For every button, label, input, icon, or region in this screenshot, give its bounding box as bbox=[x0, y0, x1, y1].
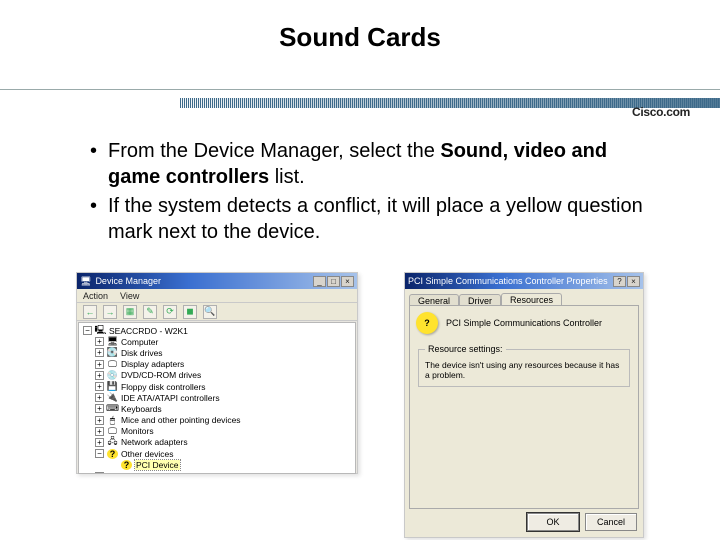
tree-item[interactable]: +🖱Mice and other pointing devices bbox=[83, 415, 353, 426]
tree-item-label: IDE ATA/ATAPI controllers bbox=[121, 393, 220, 403]
properties-dialog: PCI Simple Communications Controller Pro… bbox=[404, 272, 644, 538]
tree-item-icon: 🖧 bbox=[107, 437, 118, 447]
tree-item[interactable]: −?Other devices bbox=[83, 448, 353, 459]
window-title: PCI Simple Communications Controller Pro… bbox=[408, 276, 608, 286]
tree-item-label: Network adapters bbox=[121, 437, 188, 447]
tree-item[interactable]: +⊟Ports (COM & LPT) bbox=[83, 470, 353, 474]
tree-item-label: Other devices bbox=[121, 449, 173, 459]
titlebar[interactable]: PCI Simple Communications Controller Pro… bbox=[405, 273, 643, 289]
toolbar-stop-icon[interactable]: ◼ bbox=[183, 305, 197, 319]
tree-item-icon: ? bbox=[107, 449, 118, 459]
tree-item-icon: ⊟ bbox=[107, 471, 118, 474]
tab-bar: General Driver Resources bbox=[405, 289, 643, 305]
slide-title: Sound Cards bbox=[0, 0, 720, 53]
tree-item-icon: 💿 bbox=[107, 370, 118, 380]
brand-label: Cisco.com bbox=[632, 105, 690, 119]
tree-item-icon: 🖱 bbox=[107, 415, 118, 425]
bullet-text: list. bbox=[269, 166, 305, 188]
tree-item[interactable]: +🖧Network adapters bbox=[83, 437, 353, 448]
device-manager-window: 🖥 Device Manager _ □ × Action View ← → ▦… bbox=[76, 272, 358, 474]
tree-item-icon: 🔌 bbox=[107, 393, 118, 403]
minimize-button[interactable]: _ bbox=[313, 276, 326, 287]
toolbar-fwd-icon[interactable]: → bbox=[103, 305, 117, 319]
bullet-item: • From the Device Manager, select the So… bbox=[90, 138, 650, 190]
bullet-text: If the system detects a conflict, it wil… bbox=[108, 195, 643, 243]
toolbar-back-icon[interactable]: ← bbox=[83, 305, 97, 319]
help-button[interactable]: ? bbox=[613, 276, 626, 287]
tree-item[interactable]: +🖥Computer bbox=[83, 336, 353, 347]
tree-item[interactable]: +💾Floppy disk controllers bbox=[83, 381, 353, 392]
bullet-text: From the Device Manager, select the bbox=[108, 140, 440, 162]
close-button[interactable]: × bbox=[627, 276, 640, 287]
tree-item-label: Floppy disk controllers bbox=[121, 382, 206, 392]
tree-item-label: PCI Device bbox=[135, 460, 180, 470]
tree-item-icon: 🖥 bbox=[107, 337, 118, 347]
tree-item-label: Computer bbox=[121, 337, 158, 347]
menu-view[interactable]: View bbox=[120, 291, 139, 301]
cancel-button[interactable]: Cancel bbox=[585, 513, 637, 531]
tree-item[interactable]: ?PCI Device bbox=[83, 459, 353, 470]
divider-band: Cisco.com bbox=[0, 89, 720, 115]
device-tree[interactable]: −🖳SEACCRDO - W2K1+🖥Computer+💽Disk drives… bbox=[78, 322, 356, 474]
menu-bar: Action View bbox=[77, 289, 357, 303]
tree-item[interactable]: +🔌IDE ATA/ATAPI controllers bbox=[83, 392, 353, 403]
close-button[interactable]: × bbox=[341, 276, 354, 287]
tree-item[interactable]: +⌨Keyboards bbox=[83, 403, 353, 414]
ok-button[interactable]: OK bbox=[527, 513, 579, 531]
tree-item[interactable]: +💿DVD/CD-ROM drives bbox=[83, 370, 353, 381]
tree-item-icon: ? bbox=[121, 460, 132, 470]
toolbar-props-icon[interactable]: ✎ bbox=[143, 305, 157, 319]
tree-item[interactable]: +🖵Monitors bbox=[83, 426, 353, 437]
tree-item-icon: 💽 bbox=[107, 348, 118, 358]
toolbar-scan-icon[interactable]: 🔍 bbox=[203, 305, 217, 319]
tree-item-icon: 🖵 bbox=[107, 359, 118, 369]
resource-message: The device isn't using any resources bec… bbox=[425, 360, 623, 380]
device-name-label: PCI Simple Communications Controller bbox=[446, 318, 602, 328]
tab-panel: ? PCI Simple Communications Controller R… bbox=[409, 305, 639, 509]
tree-item[interactable]: +💽Disk drives bbox=[83, 347, 353, 358]
tree-item-label: Display adapters bbox=[121, 359, 184, 369]
titlebar[interactable]: 🖥 Device Manager _ □ × bbox=[77, 273, 357, 289]
window-title: Device Manager bbox=[95, 276, 161, 286]
toolbar-refresh-icon[interactable]: ⟳ bbox=[163, 305, 177, 319]
tree-item-label: Ports (COM & LPT) bbox=[121, 471, 195, 474]
maximize-button[interactable]: □ bbox=[327, 276, 340, 287]
tree-root[interactable]: −🖳SEACCRDO - W2K1 bbox=[83, 325, 353, 336]
tree-item-label: Disk drives bbox=[121, 348, 163, 358]
tree-item-label: Monitors bbox=[121, 426, 154, 436]
tree-item-icon: ⌨ bbox=[107, 404, 118, 414]
toolbar-view-icon[interactable]: ▦ bbox=[123, 305, 137, 319]
tree-item-label: DVD/CD-ROM drives bbox=[121, 370, 201, 380]
toolbar: ← → ▦ ✎ ⟳ ◼ 🔍 bbox=[77, 303, 357, 321]
tree-item-label: Keyboards bbox=[121, 404, 162, 414]
tree-item[interactable]: +🖵Display adapters bbox=[83, 359, 353, 370]
tree-item-icon: 💾 bbox=[107, 382, 118, 392]
question-mark-icon: ? bbox=[416, 312, 438, 334]
group-label: Resource settings: bbox=[425, 344, 506, 354]
bullet-item: • If the system detects a conflict, it w… bbox=[90, 193, 650, 245]
app-icon: 🖥 bbox=[80, 276, 91, 287]
resource-settings-group: Resource settings: The device isn't usin… bbox=[418, 344, 630, 387]
bullet-list: • From the Device Manager, select the So… bbox=[90, 138, 650, 248]
tree-item-label: Mice and other pointing devices bbox=[121, 415, 241, 425]
menu-action[interactable]: Action bbox=[83, 291, 108, 301]
